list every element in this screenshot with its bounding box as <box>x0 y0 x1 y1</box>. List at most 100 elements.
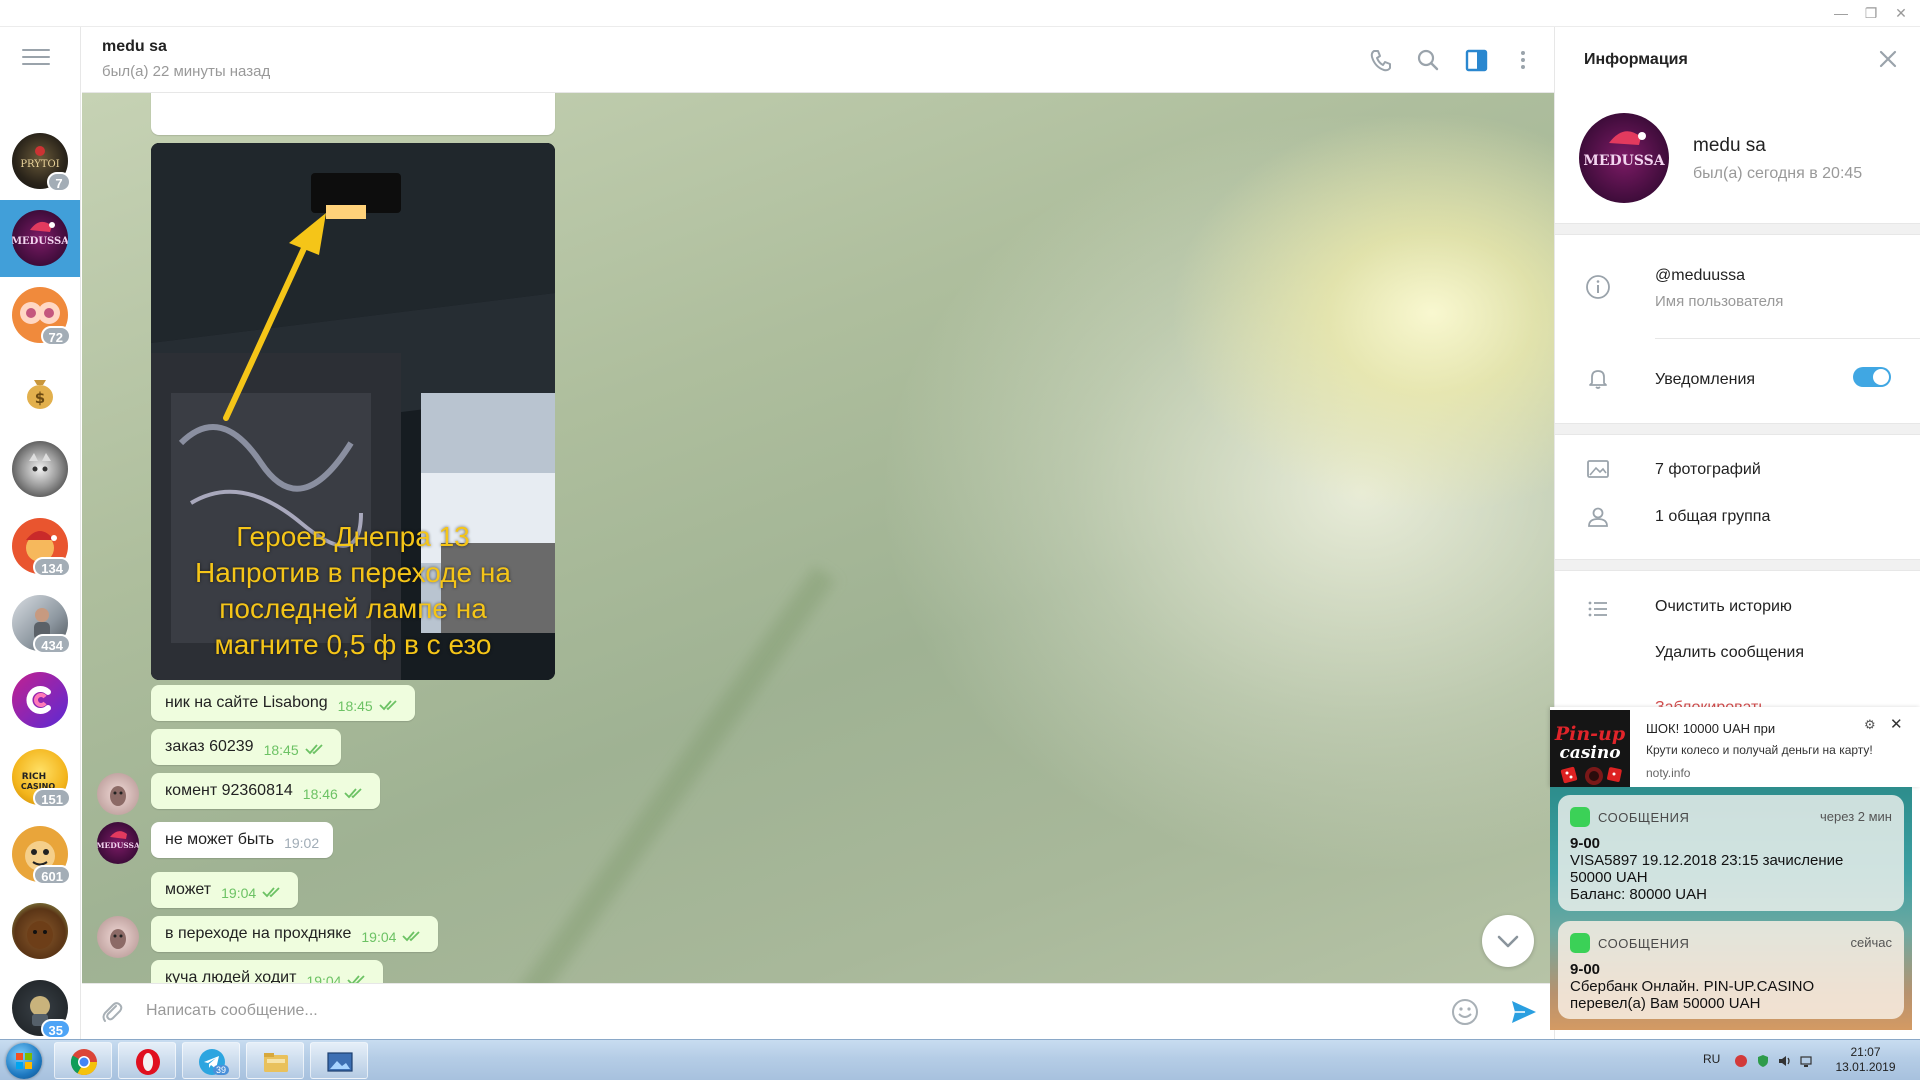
network-icon[interactable] <box>1799 1053 1815 1069</box>
avatar <box>12 672 68 728</box>
message-text: куча людей ходит <box>165 969 297 983</box>
photos-link[interactable]: 7 фотографий <box>1655 461 1761 479</box>
avatar[interactable] <box>97 916 139 958</box>
read-checks-icon <box>347 975 366 983</box>
chat-item[interactable]: $ <box>0 354 80 431</box>
sms-app-label: СООБЩЕНИЯ <box>1570 933 1689 953</box>
message-bubble[interactable]: не может быть 19:02 <box>151 822 334 858</box>
more-options-icon[interactable] <box>1508 45 1538 75</box>
notifications-toggle[interactable] <box>1853 367 1891 387</box>
taskbar-opera[interactable] <box>118 1042 176 1079</box>
message-bubble[interactable]: куча людей ходит 19:04 <box>151 960 384 983</box>
chat-item[interactable]: 434 <box>0 585 80 662</box>
taskbar-telegram[interactable]: 39 <box>182 1042 240 1079</box>
message-time: 18:45 <box>337 698 373 714</box>
chat-item[interactable] <box>0 431 80 508</box>
info-panel-toggle-icon[interactable] <box>1461 45 1491 75</box>
bell-icon <box>1585 365 1611 391</box>
svg-text:PRYTOI: PRYTOI <box>20 159 59 170</box>
taskbar-chrome[interactable] <box>54 1042 112 1079</box>
photo-icon <box>1585 456 1611 482</box>
svg-text:MEDUSSA: MEDUSSA <box>12 236 68 247</box>
message-bubble[interactable]: в переходе на прохдняке 19:04 <box>151 916 439 952</box>
ad-text: Крути колесо и получай деньги на карту! <box>1646 743 1873 757</box>
emoji-icon[interactable] <box>1450 997 1480 1027</box>
peer-status: был(а) 22 минуты назад <box>102 63 271 80</box>
send-icon[interactable] <box>1509 997 1539 1027</box>
avatar[interactable]: MEDUSSA <box>97 822 139 864</box>
phone-icon[interactable] <box>1366 45 1396 75</box>
gear-icon[interactable]: ⚙ <box>1864 717 1876 733</box>
message-bubble[interactable]: заказ 60239 18:45 <box>151 729 341 765</box>
chat-item[interactable]: 601 <box>0 816 80 893</box>
messages-area[interactable]: Героев Днепра 13 Напротив в переходе на … <box>82 93 1554 983</box>
body-line: 50000 UAH <box>1570 869 1648 886</box>
profile-name: medu sa <box>1693 135 1766 156</box>
close-icon[interactable]: ✕ <box>1890 715 1903 733</box>
restore-button[interactable]: ❐ <box>1858 4 1884 22</box>
message-input[interactable]: Написать сообщение... <box>146 1002 318 1020</box>
chat-item[interactable]: 72 <box>0 277 80 354</box>
scroll-to-bottom-button[interactable] <box>1482 915 1534 967</box>
message-bubble[interactable]: ник на сайте Lisabong 18:45 <box>151 685 415 721</box>
messages-app-icon <box>1570 807 1590 827</box>
window-titlebar: — ❐ ✕ <box>0 0 1920 27</box>
chat-item-medu-sa[interactable]: MEDUSSA <box>0 200 80 277</box>
message-bubble[interactable]: комент 92360814 18:46 <box>151 773 380 809</box>
read-checks-icon <box>402 931 421 942</box>
chat-item[interactable]: 35 <box>0 970 80 1039</box>
chat-item[interactable] <box>0 893 80 970</box>
shield-tray-icon[interactable] <box>1755 1053 1771 1069</box>
info-title: Информация <box>1584 51 1688 68</box>
start-button[interactable] <box>6 1043 42 1079</box>
sender: 9-00 <box>1570 835 1601 852</box>
delete-messages-link[interactable]: Удалить сообщения <box>1655 644 1804 662</box>
message-text: может <box>165 881 212 898</box>
taskbar-explorer[interactable] <box>246 1042 304 1079</box>
close-window-button[interactable]: ✕ <box>1888 4 1914 22</box>
avatar[interactable] <box>97 773 139 815</box>
menu-icon[interactable] <box>22 49 50 71</box>
app-name: СООБЩЕНИЯ <box>1598 935 1690 951</box>
divider <box>1555 559 1920 571</box>
logo-text: Pin-up <box>1554 723 1626 745</box>
volume-icon[interactable] <box>1777 1053 1793 1069</box>
message-time: 19:04 <box>361 929 397 945</box>
message-bubble[interactable]: может 19:04 <box>151 872 299 908</box>
attach-icon[interactable] <box>98 998 126 1026</box>
close-icon[interactable] <box>1876 47 1900 71</box>
chat-item[interactable]: RICH CASINO 151 <box>0 739 80 816</box>
groups-link[interactable]: 1 общая группа <box>1655 508 1770 526</box>
photo-message[interactable]: Героев Днепра 13 Напротив в переходе на … <box>151 143 555 680</box>
ad-notification[interactable]: Pin-up casino ШОК! 10000 UAH при Крути к… <box>1550 707 1920 790</box>
ad-image[interactable]: СООБЩЕНИЯ через 2 мин 9-00 VISA5897 19.1… <box>1550 787 1912 1030</box>
antivirus-tray-icon[interactable] <box>1733 1053 1749 1069</box>
sms-notification-card: СООБЩЕНИЯ через 2 мин 9-00 VISA5897 19.1… <box>1558 795 1904 911</box>
taskbar-image-viewer[interactable] <box>310 1042 368 1079</box>
chat-item[interactable]: PRYTOI 7 <box>0 123 80 200</box>
message-bubble[interactable] <box>151 93 555 135</box>
profile-avatar[interactable]: MEDUSSA <box>1579 113 1669 203</box>
opera-icon <box>136 1049 160 1075</box>
message-time: 18:45 <box>263 742 299 758</box>
chat-item[interactable] <box>0 662 80 739</box>
svg-text:RICH: RICH <box>22 772 46 782</box>
notification-time: сейчас <box>1850 935 1893 950</box>
peer-name[interactable]: medu sa <box>102 38 167 56</box>
unread-badge: 134 <box>33 557 71 577</box>
chat-item[interactable]: 134 <box>0 508 80 585</box>
clock[interactable]: 21:07 13.01.2019 <box>1818 1045 1913 1075</box>
unread-badge: 35 <box>40 1019 71 1039</box>
minimize-button[interactable]: — <box>1828 4 1854 22</box>
notification-body: 9-00 Сбербанк Онлайн. PIN-UP.CASINO пере… <box>1570 961 1892 1012</box>
pinup-logo: Pin-up casino <box>1550 710 1630 790</box>
chrome-icon <box>70 1049 98 1076</box>
clock-date: 13.01.2019 <box>1835 1060 1896 1074</box>
search-icon[interactable] <box>1413 45 1443 75</box>
avatar: MEDUSSA <box>12 210 68 266</box>
body-line: VISA5897 19.12.2018 23:15 зачисление <box>1570 852 1844 869</box>
language-indicator[interactable]: RU <box>1703 1052 1720 1066</box>
clear-history-link[interactable]: Очистить историю <box>1655 598 1792 616</box>
divider <box>1655 338 1920 339</box>
username-value[interactable]: @meduussa <box>1655 267 1745 285</box>
